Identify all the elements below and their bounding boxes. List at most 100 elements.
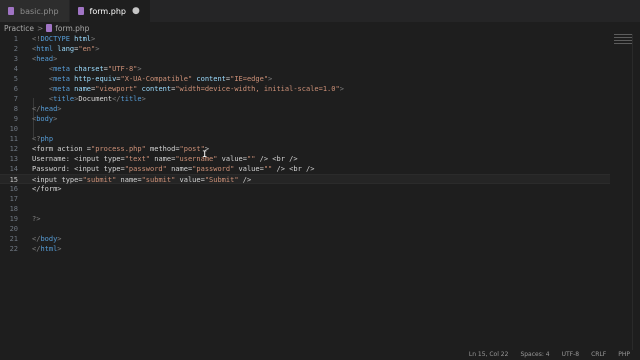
code-line[interactable]: 7 <title>Document</title> — [0, 94, 610, 104]
code-line[interactable]: 11 <?php — [0, 134, 610, 144]
code-token: DOCTYPE — [40, 35, 70, 43]
code-token: php — [40, 135, 54, 143]
code-token: value= — [175, 176, 205, 184]
code-token: > — [268, 75, 273, 83]
code-line[interactable]: 12 <form action ="process.php" method="po… — [0, 144, 610, 154]
code-text: <?php — [32, 134, 53, 144]
line-number: 6 — [13, 85, 18, 93]
line-number: 20 — [9, 225, 18, 233]
code-line[interactable]: 13 Username: <input type="text" name="use… — [0, 154, 610, 164]
code-line[interactable]: 21 </body> — [0, 234, 610, 244]
code-line[interactable]: 10 — [0, 124, 610, 134]
line-number: 8 — [13, 105, 18, 113]
code-text: </head> — [32, 104, 62, 114]
code-line[interactable]: 17 — [0, 194, 610, 204]
code-text: </form> — [32, 184, 62, 194]
code-line[interactable]: 3 <head> — [0, 54, 610, 64]
code-text: <form action ="process.php" method="post… — [32, 144, 209, 154]
code-token: name= — [150, 155, 176, 163]
code-token: > — [57, 105, 62, 113]
code-token: meta — [53, 65, 70, 73]
breadcrumb-file[interactable]: form.php — [55, 24, 89, 33]
code-token: /> <br /> — [255, 155, 298, 163]
line-number: 5 — [13, 75, 18, 83]
line-number: 17 — [9, 195, 18, 203]
code-text: <head> — [32, 54, 57, 64]
code-token: <input type= — [32, 176, 83, 184]
breadcrumb-folder[interactable]: Practice — [4, 24, 34, 33]
code-text: Username: <input type="text" name="usern… — [32, 154, 298, 164]
code-token: content — [137, 85, 172, 93]
tab-basic-php[interactable]: basic.php — [0, 0, 70, 22]
code-token: < — [32, 65, 54, 73]
code-token: </form> — [32, 185, 62, 193]
code-editor[interactable]: 1 <!DOCTYPE html> 2 <html lang="en"> 3 <head>… — [0, 34, 640, 350]
code-text: </html> — [32, 244, 62, 254]
code-token: "IE=edge" — [230, 75, 269, 83]
code-line[interactable]: 6 <meta name="viewport" content="width=d… — [0, 84, 610, 94]
code-token: html — [69, 35, 92, 43]
code-token: Username: <input type= — [32, 155, 125, 163]
code-line[interactable]: 22 </html> — [0, 244, 610, 254]
code-token: html — [40, 245, 58, 253]
code-line[interactable]: 16 </form> — [0, 184, 610, 194]
code-token: "password" — [124, 165, 167, 173]
code-line[interactable]: 4 <meta charset="UTF-8"> — [0, 64, 610, 74]
code-token: html — [36, 45, 54, 53]
code-token: "en" — [78, 45, 96, 53]
status-encoding[interactable]: UTF-8 — [562, 351, 580, 358]
vertical-scrollbar[interactable] — [632, 34, 640, 350]
code-token: /> <br /> — [272, 165, 315, 173]
code-token: "submit" — [82, 176, 117, 184]
code-token: </ — [112, 95, 121, 103]
code-line[interactable]: 2 <html lang="en"> — [0, 44, 610, 54]
code-token: meta — [53, 85, 70, 93]
code-token: name= — [166, 165, 193, 173]
status-indentation[interactable]: Spaces: 4 — [520, 351, 549, 358]
code-token: <form action = — [32, 145, 92, 153]
code-token: ?> — [32, 215, 41, 223]
code-token: "password" — [192, 165, 235, 173]
line-number: 18 — [9, 205, 18, 213]
code-token: < — [32, 85, 54, 93]
code-text: <!DOCTYPE html> — [32, 34, 95, 44]
code-token: > — [57, 235, 62, 243]
code-token: > — [57, 245, 62, 253]
code-text: ?> — [32, 214, 40, 224]
code-token: "X-UA-Compatible" — [120, 75, 193, 83]
code-text: </body> — [32, 234, 62, 244]
chevron-right-icon: > — [36, 23, 44, 33]
code-line[interactable]: 8 </head> — [0, 104, 610, 114]
code-token: < — [32, 75, 54, 83]
status-bar: Ln 15, Col 22 Spaces: 4 UTF-8 CRLF PHP — [0, 350, 640, 360]
line-number: 12 — [9, 145, 18, 153]
status-eol[interactable]: CRLF — [591, 351, 606, 358]
code-token: "viewport" — [95, 85, 138, 93]
code-token: > — [141, 95, 146, 103]
tab-label: form.php — [89, 6, 126, 16]
code-token: > — [53, 115, 58, 123]
code-line[interactable]: 9 <body> — [0, 114, 610, 124]
line-number: 19 — [9, 215, 18, 223]
line-number: 16 — [9, 185, 18, 193]
code-token: http-equiv — [69, 75, 117, 83]
php-file-icon — [8, 7, 14, 15]
modified-dot-icon[interactable]: ● — [132, 6, 140, 16]
line-number: 14 — [9, 165, 18, 173]
code-line[interactable]: 20 — [0, 224, 610, 234]
code-line[interactable]: 1 <!DOCTYPE html> — [0, 34, 610, 44]
line-number: 3 — [13, 55, 18, 63]
code-line[interactable]: 18 — [0, 204, 610, 214]
tab-form-php[interactable]: form.php ● — [69, 0, 151, 22]
code-token: "UTF-8" — [107, 65, 138, 73]
code-line[interactable]: 15 <input type="submit" name="submit" val… — [0, 174, 610, 184]
code-token: method= — [145, 145, 180, 153]
code-line[interactable]: 14 Password: <input type="password" name=… — [0, 164, 610, 174]
status-cursor-position[interactable]: Ln 15, Col 22 — [469, 351, 509, 358]
code-token: "username" — [175, 155, 218, 163]
code-line[interactable]: 5 <meta http-equiv="X-UA-Compatible" con… — [0, 74, 610, 84]
code-text: <meta charset="UTF-8"> — [32, 64, 142, 74]
code-line[interactable]: 19 ?> — [0, 214, 610, 224]
code-token: title — [53, 95, 75, 103]
status-language[interactable]: PHP — [618, 351, 630, 358]
